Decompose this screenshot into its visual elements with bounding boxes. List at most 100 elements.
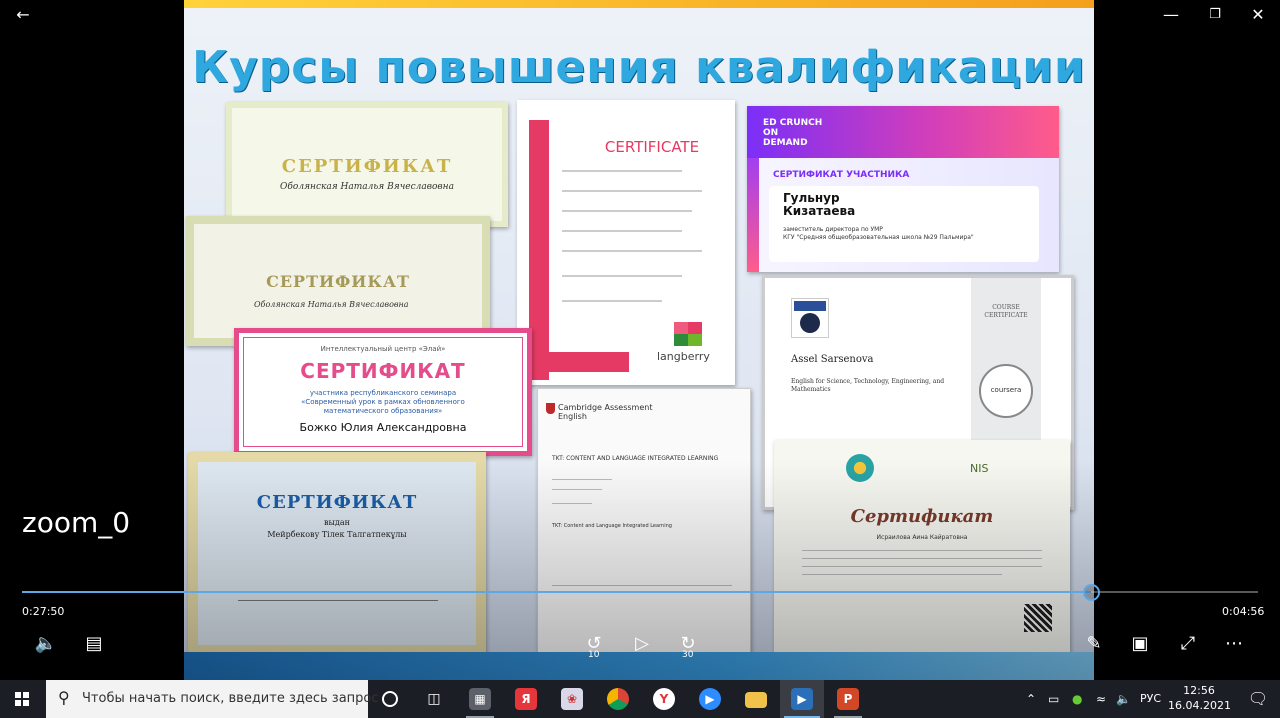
skip-back-seconds: 10 <box>588 650 600 660</box>
start-button[interactable] <box>0 680 44 718</box>
movies-tv-icon[interactable]: ▶ <box>780 680 824 718</box>
certificate-2: СЕРТИФИКАТ Оболянская Наталья Вячеславов… <box>186 216 490 346</box>
back-arrow-icon[interactable]: ← <box>12 4 34 26</box>
text-line <box>562 210 692 212</box>
yandex-browser-icon[interactable]: Я <box>504 680 548 718</box>
certificate-heading: СЕРТИФИКАТ <box>281 156 453 177</box>
certificate-cambridge: Cambridge Assessment English TKT: CONTEN… <box>537 388 751 656</box>
battery-icon[interactable]: ▭ <box>1048 680 1059 718</box>
text-line <box>562 275 682 277</box>
certificate-issued: выдан <box>324 518 350 527</box>
certificate-recipient: Божко Юлия Александровна <box>299 421 467 434</box>
university-crest-icon <box>791 298 829 338</box>
certificate-1: СЕРТИФИКАТ Оболянская Наталья Вячеславов… <box>226 102 508 227</box>
recipient-school: КГУ "Средняя общеобразовательная школа №… <box>783 234 974 241</box>
course-certificate-label: COURSE CERTIFICATE <box>984 304 1028 319</box>
slide-title: Курсы повышения квалификации <box>192 42 1086 93</box>
wifi-icon[interactable]: ≈ <box>1096 680 1106 718</box>
windows-logo-icon <box>15 692 29 706</box>
seal-label: coursera <box>990 386 1022 394</box>
text-line <box>802 558 1042 559</box>
yandex-icon[interactable]: Y <box>642 680 686 718</box>
file-explorer-icon[interactable] <box>734 680 778 718</box>
clock-date: 16.04.2021 <box>1168 699 1231 712</box>
clock-time: 12:56 <box>1183 684 1215 697</box>
pen-icon[interactable]: ✎ <box>1082 632 1106 656</box>
nis-logo: NIS <box>970 462 989 475</box>
certificate-recipient: Оболянская Наталья Вячеславовна <box>254 300 409 309</box>
certificate-organization: Интеллектуальный центр «Элай» <box>320 345 446 353</box>
restore-icon[interactable]: ❐ <box>1204 4 1226 26</box>
video-frame: Курсы повышения квалификации СЕРТИФИКАТ … <box>184 0 1094 680</box>
search-placeholder: Чтобы начать поиск, введите здесь запрос <box>82 691 379 706</box>
volume-tray-icon[interactable]: 🔈 <box>1116 680 1131 718</box>
skip-back-icon[interactable]: ↺ 10 <box>582 632 606 660</box>
cambridge-shield-icon <box>546 403 555 414</box>
video-title: zoom_0 <box>22 506 131 539</box>
certificate-seminar: Интеллектуальный центр «Элай» СЕРТИФИКАТ… <box>234 328 532 456</box>
notification-icon[interactable]: 🗨 <box>1236 680 1280 718</box>
task-view-icon[interactable]: ◫ <box>412 680 456 718</box>
chrome-icon[interactable] <box>596 680 640 718</box>
video-player[interactable]: Курсы повышения квалификации СЕРТИФИКАТ … <box>0 0 1280 680</box>
taskbar: ⚲ Чтобы начать поиск, введите здесь запр… <box>0 680 1280 718</box>
close-icon[interactable]: ✕ <box>1247 4 1269 26</box>
certificate-subtitle: участника республиканского семинара «Сов… <box>301 389 465 415</box>
brand-name: ED CRUNCH ON DEMAND <box>763 118 823 148</box>
tray-overflow-icon[interactable]: ⌃ <box>1026 680 1036 718</box>
certificate-recipient: Исраилова Аина Кайратовна <box>876 534 968 541</box>
fullscreen-icon[interactable]: ⤢ <box>1176 632 1200 656</box>
seek-bar[interactable] <box>22 591 1258 593</box>
certificate-heading: СЕРТИФИКАТ <box>256 492 418 513</box>
certificate-label: СЕРТИФИКАТ УЧАСТНИКА <box>773 170 910 180</box>
kazakhstan-emblem-icon <box>846 454 874 482</box>
brand-name: langberry <box>657 350 710 363</box>
certificate-recipient: Гульнур Кизатаева <box>783 191 856 218</box>
paint-icon[interactable]: ❀ <box>550 680 594 718</box>
certificate-nis-blue: СЕРТИФИКАТ выдан Мейрбекову Тілек Талгат… <box>188 452 486 655</box>
text-line <box>562 190 702 192</box>
volume-icon[interactable]: 🔈 <box>34 632 58 656</box>
text-line <box>562 170 682 172</box>
certificate-ribbon <box>971 278 1041 443</box>
subtitles-icon[interactable]: ▤ <box>82 632 106 656</box>
langberry-logo-icon <box>674 322 702 346</box>
decor-bar <box>529 120 549 380</box>
taskbar-search[interactable]: ⚲ Чтобы начать поиск, введите здесь запр… <box>46 680 379 718</box>
seek-handle[interactable] <box>1083 584 1101 601</box>
certificate-heading: CERTIFICATE <box>604 138 700 156</box>
zoom-icon[interactable]: ▶ <box>688 680 732 718</box>
text-line <box>562 250 702 252</box>
skip-forward-icon[interactable]: ↻ 30 <box>676 632 700 660</box>
powerpoint-icon[interactable]: P <box>826 680 870 718</box>
text-line <box>802 574 1002 575</box>
qr-code-icon <box>1024 604 1052 632</box>
certificate-recipient: Assel Sarsenova <box>791 354 874 365</box>
certificate-module: TKT: Content and Language Integrated Lea… <box>552 523 672 529</box>
decor-stripe <box>747 158 759 272</box>
remaining-time: 0:04:56 <box>1222 605 1265 618</box>
seek-bar-progress <box>22 591 1092 593</box>
certificate-edcrunch: ED CRUNCH ON DEMAND СЕРТИФИКАТ УЧАСТНИКА… <box>747 106 1059 272</box>
elapsed-time: 0:27:50 <box>22 605 65 618</box>
clock[interactable]: 12:56 16.04.2021 <box>1168 683 1231 713</box>
cortana-icon[interactable] <box>368 680 412 718</box>
minimize-icon[interactable]: — <box>1160 4 1182 26</box>
certificate-name-box: Гульнур Кизатаева заместитель директора … <box>769 186 1039 262</box>
play-icon[interactable]: ▷ <box>630 632 654 656</box>
security-icon[interactable]: ● <box>1072 680 1082 718</box>
certificate-heading: СЕРТИФИКАТ <box>300 359 466 383</box>
certificate-position: заместитель директора по УМР КГУ "Средня… <box>783 226 974 242</box>
text-line <box>802 566 1042 567</box>
language-indicator[interactable]: РУС <box>1140 680 1161 718</box>
calculator-icon[interactable]: ▦ <box>458 680 502 718</box>
text-line <box>552 503 592 504</box>
certificate-nis: NIS Сертификат Исраилова Аина Кайратовна <box>774 440 1070 652</box>
certificate-course: English for Science, Technology, Enginee… <box>791 378 945 393</box>
more-icon[interactable]: ⋯ <box>1222 632 1246 656</box>
certificate-recipient: Мейрбекову Тілек Талгатпекұлы <box>267 530 407 539</box>
text-line <box>562 300 662 302</box>
text-line <box>552 585 732 586</box>
recipient-position: заместитель директора по УМР <box>783 226 883 233</box>
mini-view-icon[interactable]: ▣ <box>1128 632 1152 656</box>
